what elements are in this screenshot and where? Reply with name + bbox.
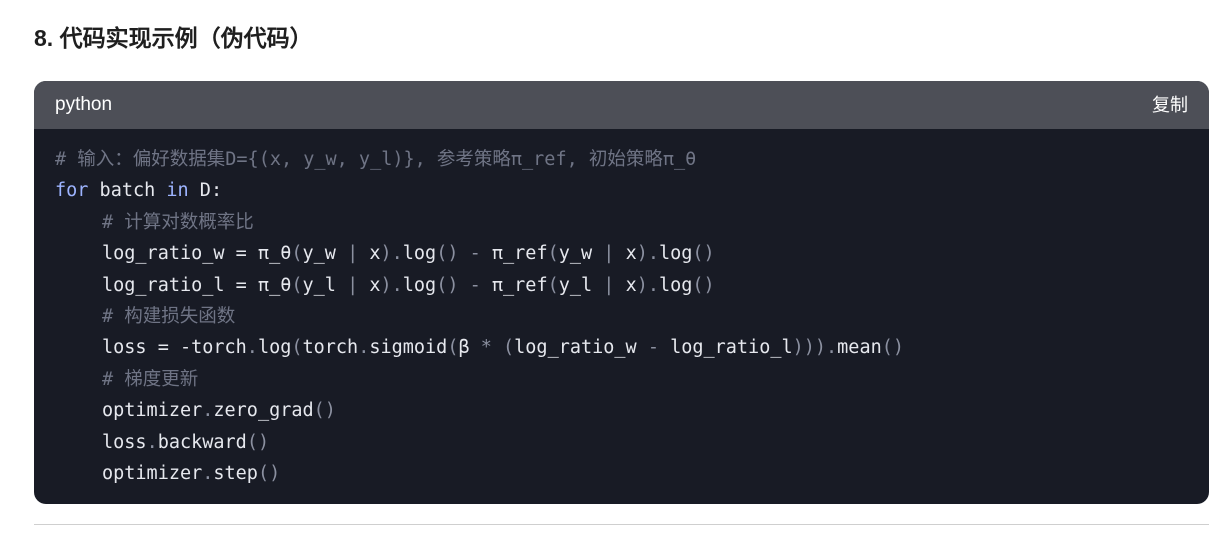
code-token: y_l	[558, 274, 604, 296]
code-punct: *	[480, 337, 492, 359]
code-token: sigmoid	[369, 337, 448, 359]
code-token: log	[402, 243, 437, 265]
code-punct: ()	[246, 431, 270, 453]
code-comment: # 构建损失函数	[102, 305, 236, 327]
code-token: y_w	[302, 243, 348, 265]
code-token: D:	[188, 180, 223, 202]
code-token: backward	[157, 431, 247, 453]
code-token: zero_grad	[213, 400, 314, 422]
code-comment: # 计算对数概率比	[102, 211, 254, 233]
code-punct: ))).	[792, 337, 838, 359]
code-punct: -	[458, 274, 492, 296]
code-token: log_ratio_w	[514, 337, 648, 359]
code-line-3: # 计算对数概率比	[55, 207, 1209, 238]
keyword-for: for	[55, 180, 89, 202]
code-token: log_ratio_w = π_θ	[102, 243, 292, 265]
code-token: loss	[102, 431, 147, 453]
code-token: step	[213, 462, 258, 484]
code-punct: |	[347, 243, 359, 265]
code-block-header: python 复制	[34, 81, 1209, 129]
code-punct: (	[547, 243, 559, 265]
code-token: y_w	[558, 243, 604, 265]
code-punct: .	[202, 400, 214, 422]
code-punct: ()	[436, 274, 459, 296]
code-line-1: # 输入：偏好数据集D={(x, y_w, y_l)}, 参考策略π_ref, …	[55, 144, 1209, 175]
code-language-label: python	[55, 94, 113, 115]
code-line-6: # 构建损失函数	[55, 301, 1209, 332]
code-token: torch	[302, 337, 359, 359]
code-token: x	[358, 243, 381, 265]
section-divider	[34, 524, 1209, 525]
code-punct: ()	[881, 337, 905, 359]
code-body: # 输入：偏好数据集D={(x, y_w, y_l)}, 参考策略π_ref, …	[34, 129, 1209, 489]
code-comment: # 梯度更新	[102, 368, 199, 390]
code-line-4: log_ratio_w = π_θ(y_w | x).log() - π_ref…	[55, 238, 1209, 269]
code-punct: ()	[692, 274, 715, 296]
copy-button[interactable]: 复制	[1152, 81, 1188, 129]
code-line-2: for batch in D:	[55, 175, 1209, 206]
code-token: π_ref	[491, 274, 548, 296]
code-punct: .	[202, 462, 214, 484]
code-token: optimizer	[102, 462, 203, 484]
code-token: x	[614, 274, 637, 296]
code-token: batch	[88, 180, 167, 202]
code-line-7: loss = -torch.log(torch.sigmoid(β * (log…	[55, 332, 1209, 363]
code-token: optimizer	[102, 400, 203, 422]
code-token: log	[257, 337, 292, 359]
code-punct: ()	[313, 400, 336, 422]
code-token: x	[358, 274, 381, 296]
code-token: β	[458, 337, 481, 359]
code-punct: (	[291, 337, 303, 359]
code-punct: (	[291, 274, 303, 296]
code-token: y_l	[302, 274, 348, 296]
code-line-11: optimizer.step()	[55, 458, 1209, 489]
code-punct: -	[458, 243, 492, 265]
code-token: x	[614, 243, 637, 265]
code-punct: |	[603, 243, 615, 265]
code-punct: |	[347, 274, 359, 296]
code-punct: ).	[380, 243, 403, 265]
code-punct: ).	[636, 274, 659, 296]
code-punct: (	[291, 243, 303, 265]
code-punct: ()	[692, 243, 715, 265]
code-punct: .	[246, 337, 258, 359]
code-punct: ()	[436, 243, 459, 265]
code-punct: .	[358, 337, 370, 359]
code-punct: ).	[636, 243, 659, 265]
code-token: mean	[837, 337, 882, 359]
code-punct: ()	[257, 462, 281, 484]
code-token: log	[659, 274, 693, 296]
code-punct: -	[647, 337, 659, 359]
code-punct: (	[547, 274, 559, 296]
code-punct: (	[503, 337, 515, 359]
code-punct: .	[146, 431, 158, 453]
code-punct: (	[447, 337, 459, 359]
code-token: log_ratio_l = π_θ	[102, 274, 292, 296]
code-token: loss = -torch	[102, 337, 247, 359]
code-token: log	[659, 243, 693, 265]
code-token: π_ref	[491, 243, 548, 265]
code-line-8: # 梯度更新	[55, 364, 1209, 395]
code-token: log_ratio_l	[658, 337, 793, 359]
code-line-5: log_ratio_l = π_θ(y_l | x).log() - π_ref…	[55, 270, 1209, 301]
code-punct: ).	[380, 274, 403, 296]
code-line-10: loss.backward()	[55, 427, 1209, 458]
code-line-9: optimizer.zero_grad()	[55, 395, 1209, 426]
code-comment: # 输入：偏好数据集D={(x, y_w, y_l)}, 参考策略π_ref, …	[55, 149, 697, 170]
code-block: python 复制 # 输入：偏好数据集D={(x, y_w, y_l)}, 参…	[34, 81, 1209, 504]
keyword-in: in	[166, 180, 189, 202]
section-heading: 8. 代码实现示例（伪代码）	[34, 25, 313, 51]
code-token: log	[402, 274, 437, 296]
code-punct: |	[603, 274, 615, 296]
